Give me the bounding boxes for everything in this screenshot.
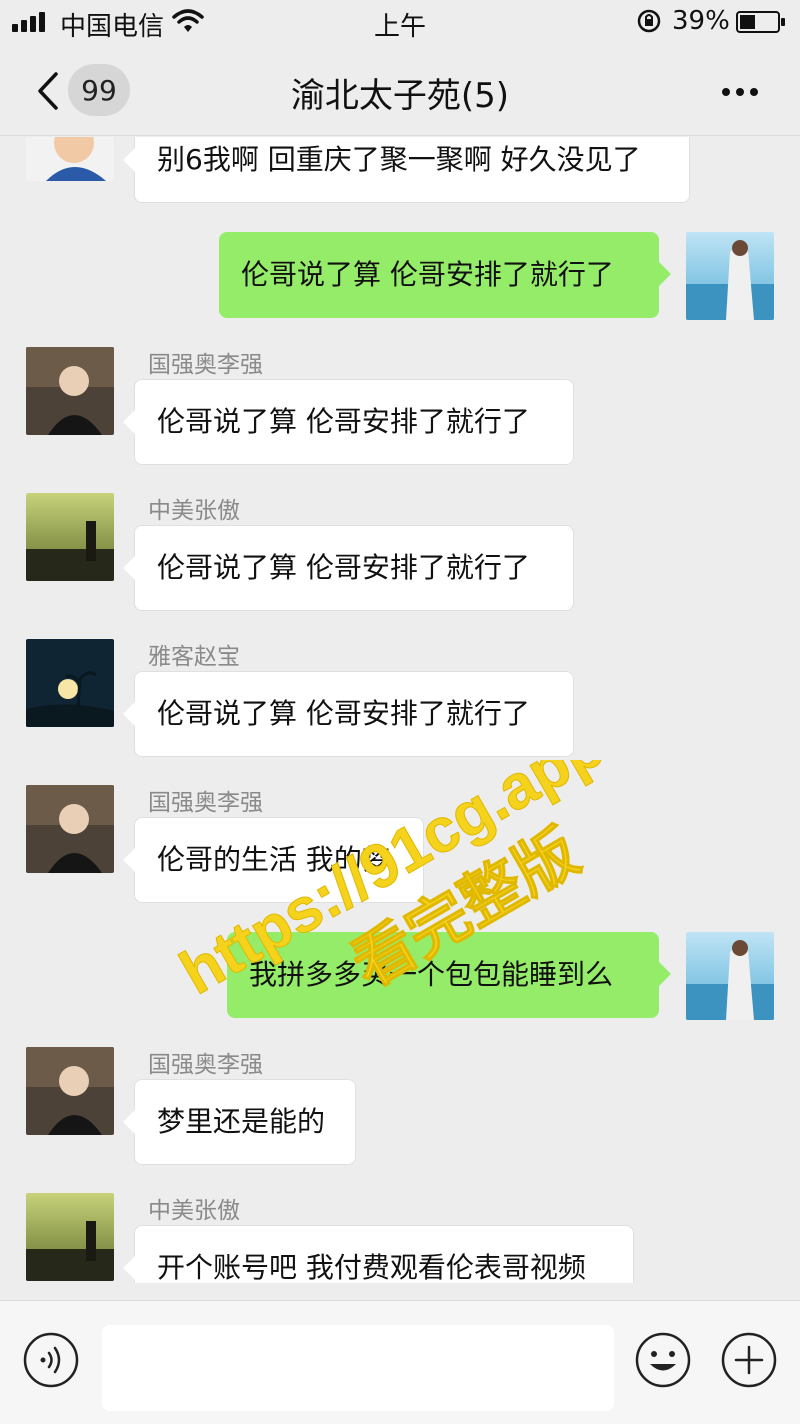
message-list[interactable]: 别6我啊 回重庆了聚一聚啊 好久没见了 伦哥说了算 伦哥安排了就行了 国强奥李强 — [0, 137, 800, 1283]
message-row: 伦哥说了算 伦哥安排了就行了 — [0, 232, 800, 322]
message-row: 别6我啊 回重庆了聚一聚啊 好久没见了 — [0, 137, 800, 207]
avatar[interactable] — [26, 1193, 114, 1281]
message-row: 国强奥李强 伦哥说了算 伦哥安排了就行了 — [0, 345, 800, 475]
unread-count-badge[interactable]: 99 — [68, 64, 130, 116]
wifi-icon — [172, 9, 204, 32]
rotation-lock-icon — [637, 9, 661, 33]
sender-name: 国强奥李强 — [148, 790, 263, 816]
message-bubble[interactable]: 别6我啊 回重庆了聚一聚啊 好久没见了 — [123, 137, 690, 203]
chat-title: 渝北太子苑(5) — [290, 76, 510, 116]
status-bar: 中国电信 上午10:43 39% — [0, 0, 800, 73]
avatar-self[interactable] — [686, 232, 774, 320]
emoji-icon[interactable] — [634, 1331, 692, 1389]
sender-name: 中美张傲 — [148, 1198, 240, 1224]
sender-name: 雅客赵宝 — [148, 644, 240, 670]
more-dots-icon[interactable] — [712, 76, 768, 106]
avatar[interactable] — [26, 493, 114, 581]
sender-name: 国强奥李强 — [148, 1052, 263, 1078]
chat-input-bar — [0, 1300, 800, 1424]
plus-icon[interactable] — [720, 1331, 778, 1389]
message-bubble[interactable]: 伦哥的生活 我的梦 — [123, 817, 424, 903]
voice-icon[interactable] — [22, 1331, 80, 1389]
sender-name: 中美张傲 — [148, 498, 240, 524]
sender-name: 国强奥李强 — [148, 352, 263, 378]
message-row: 雅客赵宝 伦哥说了算 伦哥安排了就行了 — [0, 637, 800, 767]
message-bubble[interactable]: 我拼多多买一个包包能睡到么 — [227, 932, 671, 1018]
back-chevron-icon[interactable] — [28, 66, 68, 116]
message-row: 国强奥李强 伦哥的生活 我的梦 — [0, 783, 800, 913]
message-row: 中美张傲 伦哥说了算 伦哥安排了就行了 — [0, 491, 800, 621]
avatar[interactable] — [26, 1047, 114, 1135]
message-row: 中美张傲 开个账号吧 我付费观看伦表哥视频 — [0, 1191, 800, 1283]
message-row: 我拼多多买一个包包能睡到么 — [0, 932, 800, 1022]
message-row: 国强奥李强 梦里还是能的 — [0, 1045, 800, 1175]
avatar[interactable] — [26, 639, 114, 727]
avatar[interactable] — [26, 347, 114, 435]
message-bubble[interactable]: 伦哥说了算 伦哥安排了就行了 — [123, 379, 574, 465]
avatar-self[interactable] — [686, 932, 774, 1020]
signal-icon — [12, 12, 48, 32]
message-bubble[interactable]: 开个账号吧 我付费观看伦表哥视频 — [123, 1225, 634, 1283]
message-bubble[interactable]: 伦哥说了算 伦哥安排了就行了 — [123, 525, 574, 611]
battery-icon — [736, 11, 785, 33]
message-bubble[interactable]: 伦哥说了算 伦哥安排了就行了 — [219, 232, 671, 318]
message-bubble[interactable]: 伦哥说了算 伦哥安排了就行了 — [123, 671, 574, 757]
chat-header: 99 渝北太子苑(5) — [0, 46, 800, 136]
message-input[interactable] — [102, 1325, 614, 1411]
avatar[interactable] — [26, 137, 114, 181]
carrier-label: 中国电信 — [60, 12, 165, 42]
message-bubble[interactable]: 梦里还是能的 — [123, 1079, 356, 1165]
avatar[interactable] — [26, 785, 114, 873]
battery-percentage: 39% — [672, 6, 730, 36]
